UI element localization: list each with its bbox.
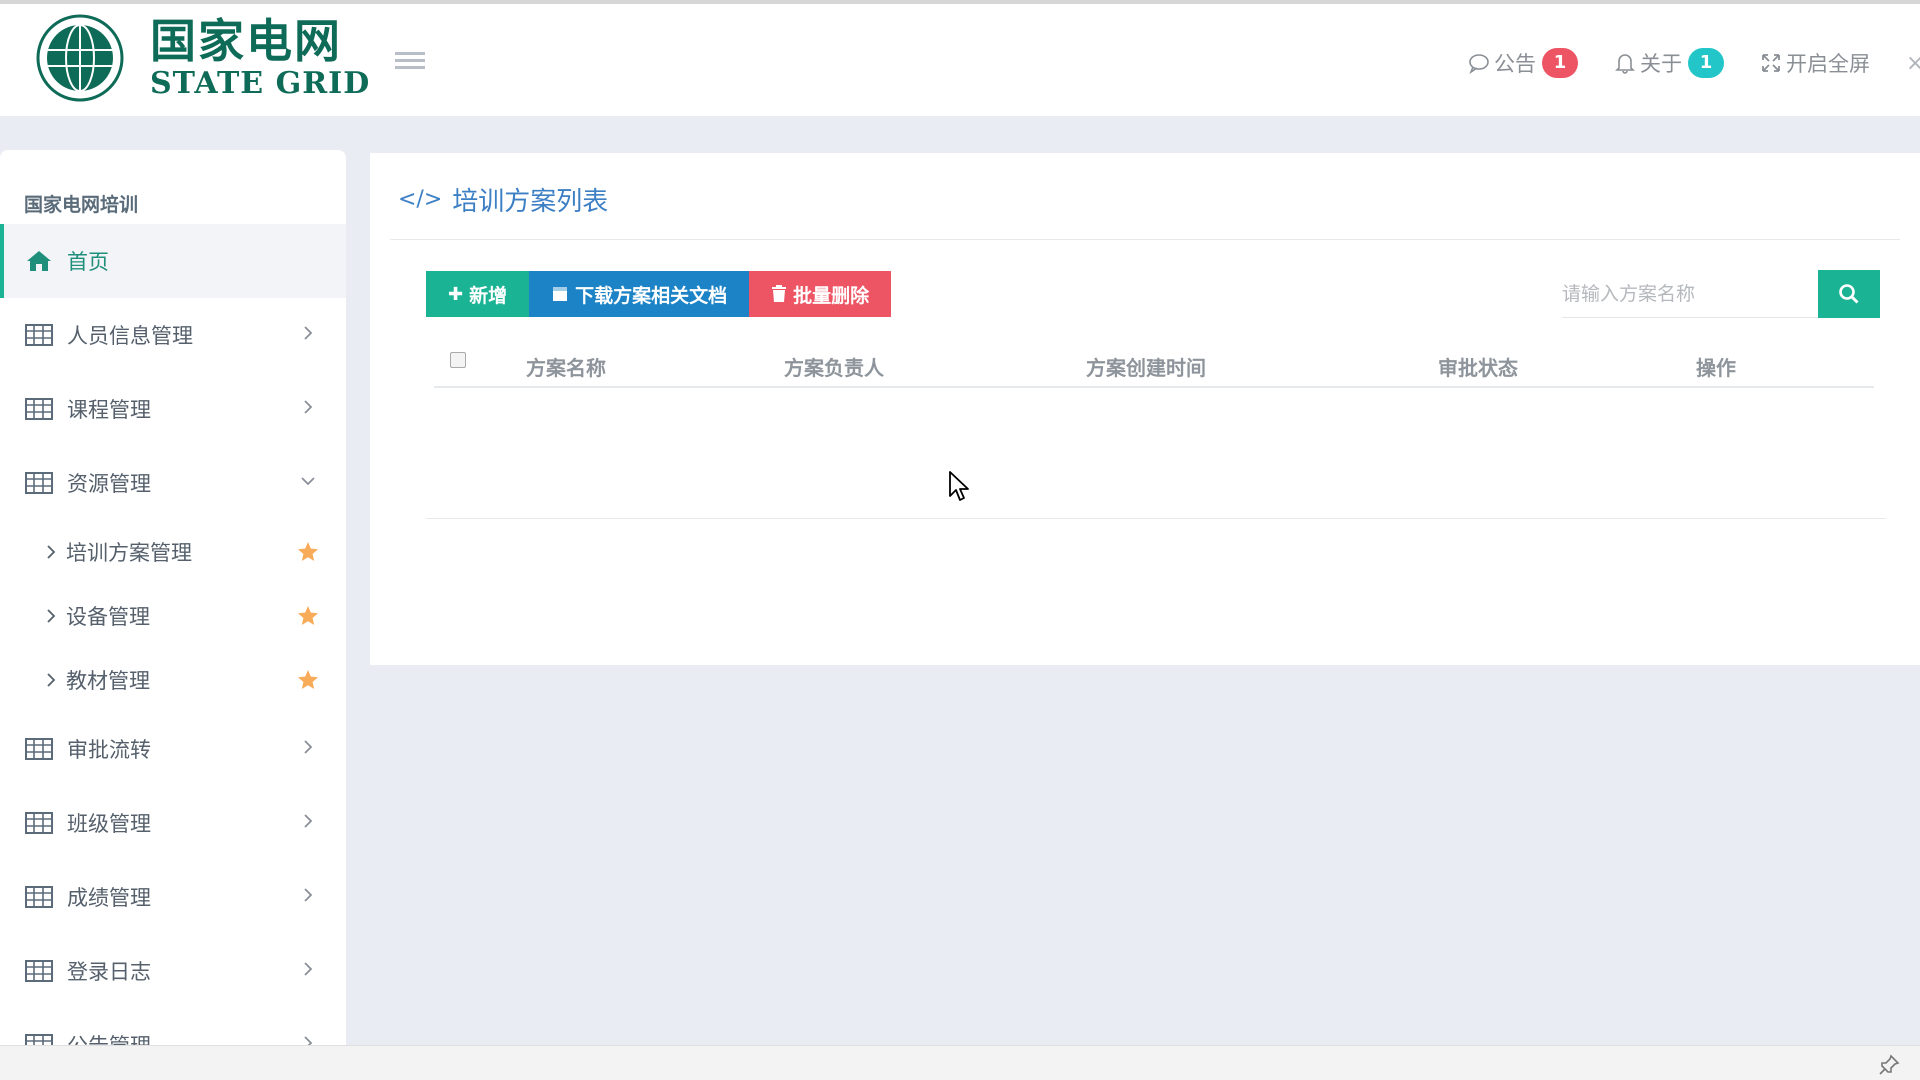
table-icon <box>25 1034 53 1045</box>
add-button[interactable]: ✚ 新增 <box>426 271 530 317</box>
about-label: 关于 <box>1640 52 1682 76</box>
sidebar-item-class[interactable]: 班级管理 <box>0 786 346 860</box>
toolbar: ✚ 新增 下载方案相关文档 批量删除 <box>426 271 892 317</box>
expand-icon <box>1762 54 1780 72</box>
column-header[interactable]: 方案负责人 <box>784 352 884 381</box>
footer-bar <box>0 1045 1920 1080</box>
chevron-down-icon <box>301 477 315 486</box>
search-icon <box>1839 284 1859 304</box>
chevron-right-icon <box>304 740 313 754</box>
pin-icon[interactable] <box>1878 1054 1900 1076</box>
main-panel: </> 培训方案列表 ✚ 新增 下载方案相关文档 批量删除 方案名称 方案负责人 <box>370 153 1920 665</box>
trash-icon <box>772 285 787 302</box>
sidebar-item-grades[interactable]: 成绩管理 <box>0 860 346 934</box>
sidebar-subitem-label: 教材管理 <box>66 669 150 693</box>
page-title-text: 培训方案列表 <box>452 187 609 217</box>
sidebar-title: 国家电网培训 <box>24 194 139 216</box>
sidebar-subitem-label: 设备管理 <box>66 605 150 629</box>
sidebar-item-announcement[interactable]: 公告管理 <box>0 1008 346 1045</box>
table-icon <box>25 812 53 834</box>
star-icon <box>298 670 318 689</box>
chevron-right-icon <box>304 814 313 828</box>
mouse-cursor-icon <box>949 471 969 501</box>
table-icon <box>25 886 53 908</box>
sidebar-item-label: 人员信息管理 <box>67 324 193 348</box>
sidebar-item-label: 成绩管理 <box>67 886 151 910</box>
table-header: 方案名称 方案负责人 方案创建时间 审批状态 操作 <box>434 338 1874 388</box>
search-bar <box>1562 270 1880 318</box>
table-icon <box>25 960 53 982</box>
chevron-right-icon <box>304 962 313 976</box>
table-bottom-border <box>426 518 1886 519</box>
chevron-right-icon <box>304 326 313 340</box>
sidebar-item-login-log[interactable]: 登录日志 <box>0 934 346 1008</box>
file-icon <box>553 287 568 301</box>
chevron-right-icon <box>47 673 56 687</box>
sidebar-subitem-equipment[interactable]: 设备管理 <box>0 584 346 648</box>
menu-toggle-icon[interactable] <box>395 52 425 74</box>
star-icon <box>298 542 318 561</box>
sidebar: 国家电网培训 首页 人员信息管理 课程管理 资源管理 培训方案管理 设备管理 教… <box>0 150 346 1045</box>
fullscreen-label: 开启全屏 <box>1786 52 1870 76</box>
brand-name-en: STATE GRID <box>150 66 371 101</box>
column-header[interactable]: 操作 <box>1696 352 1736 381</box>
download-docs-label: 下载方案相关文档 <box>575 284 728 307</box>
select-all-checkbox[interactable] <box>450 352 466 368</box>
about-count-badge: 1 <box>1688 48 1724 78</box>
table-icon <box>25 472 53 494</box>
column-header[interactable]: 方案名称 <box>526 352 606 381</box>
comment-icon <box>1469 54 1489 74</box>
search-button[interactable] <box>1818 270 1880 318</box>
star-icon <box>298 606 318 625</box>
code-icon: </> <box>398 187 443 212</box>
batch-delete-label: 批量删除 <box>793 284 870 307</box>
sidebar-item-label: 课程管理 <box>67 398 151 422</box>
column-header[interactable]: 审批状态 <box>1438 352 1518 381</box>
notice-button[interactable]: 公告 1 <box>1468 48 1578 78</box>
close-icon[interactable]: × <box>1906 51 1920 76</box>
sidebar-item-label: 公告管理 <box>67 1030 151 1045</box>
sidebar-item-label: 登录日志 <box>67 960 151 984</box>
divider <box>390 239 1900 240</box>
table-icon <box>25 398 53 420</box>
sidebar-item-resource[interactable]: 资源管理 <box>0 446 346 520</box>
sidebar-item-label: 班级管理 <box>67 812 151 836</box>
batch-delete-button[interactable]: 批量删除 <box>749 271 892 317</box>
logo: 国家电网 STATE GRID <box>36 10 370 106</box>
sidebar-subitem-training-plan[interactable]: 培训方案管理 <box>0 520 346 584</box>
top-header: 国家电网 STATE GRID 公告 1 关于 1 开启全屏 × <box>0 0 1920 116</box>
sidebar-item-label: 审批流转 <box>67 738 151 762</box>
add-button-label: 新增 <box>469 284 508 307</box>
state-grid-emblem-icon <box>36 14 124 102</box>
chevron-right-icon <box>47 545 56 559</box>
page-title: </> 培训方案列表 <box>398 181 608 218</box>
table-icon <box>25 324 53 346</box>
brand-name-cn: 国家电网 <box>150 14 342 68</box>
download-docs-button[interactable]: 下载方案相关文档 <box>529 271 750 317</box>
chevron-right-icon <box>304 400 313 414</box>
plus-icon: ✚ <box>448 283 464 305</box>
search-input[interactable] <box>1562 270 1818 318</box>
column-header[interactable]: 方案创建时间 <box>1086 352 1206 381</box>
bell-icon <box>1615 54 1635 74</box>
notice-label: 公告 <box>1494 52 1536 76</box>
sidebar-subitem-label: 培训方案管理 <box>66 541 192 565</box>
sidebar-item-label: 资源管理 <box>67 472 151 496</box>
chevron-right-icon <box>304 888 313 902</box>
sidebar-item-label: 首页 <box>67 250 109 274</box>
chevron-right-icon <box>47 609 56 623</box>
about-button[interactable]: 关于 1 <box>1614 48 1724 78</box>
chevron-right-icon <box>304 1036 313 1045</box>
sidebar-item-approval[interactable]: 审批流转 <box>0 712 346 786</box>
fullscreen-button[interactable]: 开启全屏 <box>1760 48 1870 78</box>
sidebar-item-course[interactable]: 课程管理 <box>0 372 346 446</box>
notice-count-badge: 1 <box>1542 48 1578 78</box>
sidebar-subitem-textbook[interactable]: 教材管理 <box>0 648 346 712</box>
home-icon <box>27 251 51 271</box>
sidebar-item-home[interactable]: 首页 <box>0 224 346 298</box>
sidebar-item-personnel[interactable]: 人员信息管理 <box>0 298 346 372</box>
table-icon <box>25 738 53 760</box>
